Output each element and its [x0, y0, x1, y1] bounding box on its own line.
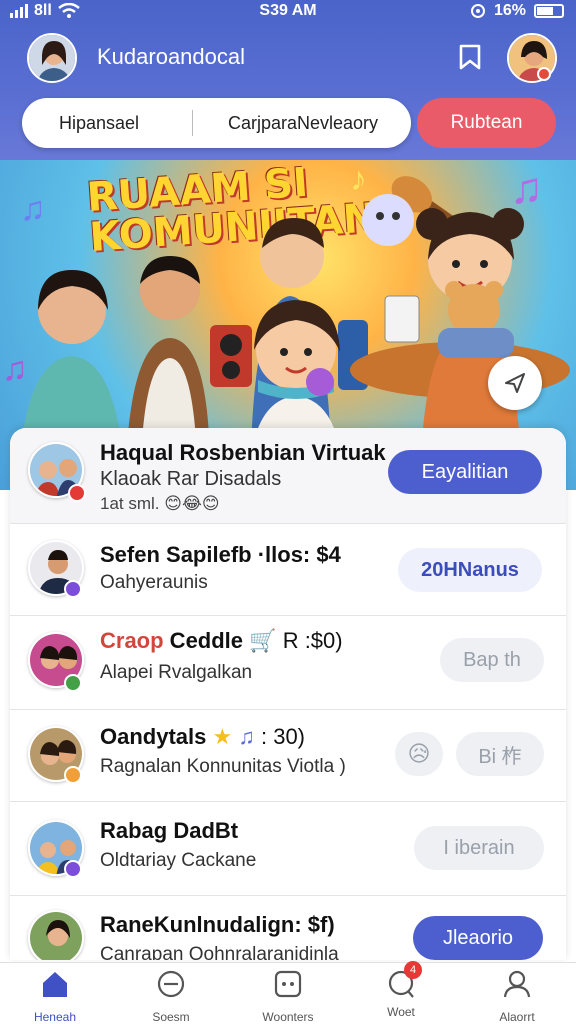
battery-percent: 16%: [493, 2, 526, 19]
status-right: 16%: [470, 2, 564, 20]
secondary-button[interactable]: Bi 柞: [456, 732, 544, 776]
avatar: [28, 910, 84, 960]
filter-divider: [192, 110, 193, 136]
app-header: 8ll S39 AM 16% Kudaroandocal Hipansael C…: [0, 0, 576, 165]
nav-home-label: Heneah: [33, 1010, 77, 1024]
app-title: Kudaroandocal: [97, 44, 246, 69]
join-button[interactable]: Eayalitian: [388, 450, 542, 494]
home-icon: [43, 972, 67, 997]
filter-tab-2[interactable]: Carjpara: [228, 113, 297, 134]
user-avatar[interactable]: [27, 33, 77, 83]
status-badge: [64, 674, 82, 692]
nav-home[interactable]: Heneah: [10, 969, 100, 1024]
row-meta: 1at sml. 😊😂😊: [100, 494, 220, 514]
row-title-tail: : 30): [260, 724, 306, 749]
status-bar: 8ll S39 AM 16%: [0, 0, 576, 22]
list-item[interactable]: Sefen Sapilefb ·llos: $4 Oahyeraunis 20H…: [10, 524, 566, 616]
row-title-accent: Craop: [100, 628, 164, 653]
row-title: RaneKunlnudalign: $f): [100, 912, 335, 937]
nav-games[interactable]: Woonters: [243, 969, 333, 1024]
secondary-button[interactable]: Bap th: [440, 638, 544, 682]
row-title: Sefen Sapilefb ·llos: $4: [100, 542, 341, 567]
secondary-button[interactable]: I iberain: [414, 826, 544, 870]
chat-icon-wrap: 4: [386, 961, 422, 999]
filter-tab-3[interactable]: Nevleaory: [297, 113, 378, 134]
list-item[interactable]: Craop Ceddle 🛒 R :$0) Alapei Rvalgalkan …: [10, 616, 566, 710]
status-dot: [537, 67, 551, 81]
bookmark-icon[interactable]: [457, 43, 483, 71]
nav-chat-label: Woet: [387, 1005, 415, 1019]
list-item[interactable]: RaneKunlnudalign: $f) Canrapan Oohnralar…: [10, 896, 566, 960]
row-meta-text: 1at sml.: [100, 494, 160, 513]
follow-button[interactable]: 20HNanus: [398, 548, 542, 592]
nav-search[interactable]: Soesm: [126, 969, 216, 1024]
row-subtitle: Alapei Rvalgalkan: [100, 662, 253, 683]
star-icon: ★: [212, 724, 233, 749]
nav-chat[interactable]: 4 Woet: [356, 961, 446, 1019]
row-title: Craop Ceddle 🛒 R :$0): [100, 628, 343, 654]
status-badge: [64, 766, 82, 784]
bottom-nav: Heneah Soesm Woonters 4 Woet Alaorrt: [0, 961, 576, 1024]
sad-face-icon: 😥: [407, 741, 431, 766]
music-note-icon: ♫: [238, 724, 255, 749]
row-title: Haqual Rosbenbian Virtuak: [100, 440, 386, 465]
row-subtitle: Oldtariay Cackane: [100, 850, 257, 871]
row-subtitle: Ragnalan Konnunitas Viotla ): [100, 756, 346, 777]
list-item[interactable]: Rabag DadBt Oldtariay Cackane I iberain: [10, 802, 566, 896]
row-title-tail: R :$0): [282, 628, 343, 653]
status-badge: [64, 860, 82, 878]
stroller-icon: 🛒: [249, 628, 277, 653]
notification-badge: 4: [404, 961, 422, 979]
filter-bar: Hipansael Carjpara Nevleaory: [22, 98, 411, 148]
row-title: Oandytals ★ ♫ : 30): [100, 724, 305, 750]
status-badge: [64, 580, 82, 598]
join-button[interactable]: Jleaorio: [413, 916, 543, 960]
location-icon: [470, 4, 485, 18]
row-subtitle: Oahyeraunis: [100, 572, 208, 593]
share-button[interactable]: [488, 356, 542, 410]
row-subtitle: Canrapan Oohnralaranidinla: [100, 944, 339, 960]
row-subtitle: Klaoak Rar Disadals: [100, 468, 282, 490]
row-title-main: Oandytals: [100, 724, 207, 749]
row-title: Rabag DadBt: [100, 818, 239, 843]
nav-profile[interactable]: Alaorrt: [472, 969, 562, 1024]
status-badge: [68, 484, 86, 502]
row-title-main: Ceddle: [163, 628, 244, 653]
emoji-react-button[interactable]: 😥: [395, 732, 443, 776]
list-item[interactable]: Oandytals ★ ♫ : 30) Ragnalan Konnunitas …: [10, 710, 566, 802]
community-list: Haqual Rosbenbian Virtuak Klaoak Rar Dis…: [10, 428, 566, 960]
nav-profile-label: Alaorrt: [499, 1010, 535, 1024]
user-icon: [503, 970, 531, 998]
battery-icon: [534, 4, 564, 18]
nav-games-label: Woonters: [262, 1010, 314, 1024]
action-button[interactable]: Rubtean: [417, 98, 556, 148]
filter-tab-1[interactable]: Hipansael: [59, 113, 139, 134]
dice-icon: [274, 970, 302, 998]
avatar-image: [29, 35, 75, 81]
emoji-icon: 😊😂😊: [164, 494, 220, 513]
search-icon: [157, 970, 185, 998]
list-item[interactable]: Haqual Rosbenbian Virtuak Klaoak Rar Dis…: [10, 428, 566, 524]
nav-search-label: Soesm: [152, 1010, 190, 1024]
send-icon: [505, 373, 525, 393]
